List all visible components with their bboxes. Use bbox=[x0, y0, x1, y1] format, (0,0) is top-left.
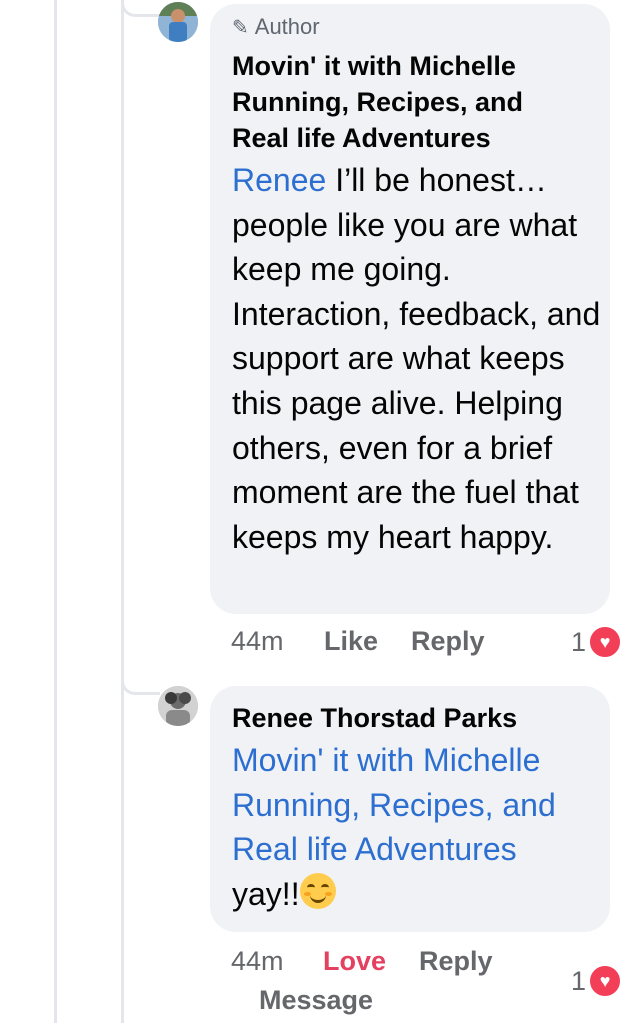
mention-line: Running, Recipes, and bbox=[232, 786, 556, 823]
thread-connector-2 bbox=[121, 664, 160, 695]
commenter-name-line: Movin' it with Michelle bbox=[232, 51, 516, 81]
heart-icon: ♥ bbox=[588, 625, 623, 659]
commenter-name-line: Running, Recipes, and bbox=[232, 87, 524, 117]
reaction-summary[interactable]: 1 ♥ bbox=[571, 625, 623, 659]
reply-button[interactable]: Reply bbox=[419, 946, 493, 977]
mention-line: Real life Adventures bbox=[232, 831, 517, 868]
love-button[interactable]: Love bbox=[323, 946, 386, 977]
commenter-name-line: Real life Adventures bbox=[232, 123, 491, 153]
commenter-name[interactable]: Renee Thorstad Parks bbox=[232, 700, 592, 736]
avatar[interactable] bbox=[158, 2, 198, 42]
thread-connector-1 bbox=[121, 0, 160, 17]
heart-icon: ♥ bbox=[588, 964, 623, 998]
thread-line-inner bbox=[121, 0, 124, 1023]
mention-link[interactable]: Renee bbox=[232, 162, 326, 198]
reaction-count: 1 bbox=[571, 626, 587, 657]
pencil-icon: ✎ bbox=[232, 16, 249, 39]
thread-line-outer bbox=[54, 0, 57, 1023]
reaction-count: 1 bbox=[571, 965, 587, 996]
comment-time[interactable]: 44m bbox=[231, 946, 284, 977]
comment-body: yay!! bbox=[232, 875, 300, 912]
reply-button[interactable]: Reply bbox=[411, 626, 485, 657]
comment-time[interactable]: 44m bbox=[231, 626, 284, 657]
mention-line: Movin' it with Michelle bbox=[232, 742, 541, 778]
author-badge-label: Author bbox=[254, 14, 320, 39]
smiling-face-emoji bbox=[299, 872, 336, 909]
comment-text: Movin' it with Michelle Running, Recipes… bbox=[232, 738, 604, 916]
avatar[interactable] bbox=[158, 686, 198, 726]
author-badge: ✎ Author bbox=[232, 14, 320, 40]
like-button[interactable]: Like bbox=[324, 626, 378, 657]
comment-body: I’ll be honest… people like you are what… bbox=[232, 162, 601, 555]
reaction-summary[interactable]: 1 ♥ bbox=[571, 964, 623, 998]
comment-text: Renee I’ll be honest… people like you ar… bbox=[232, 158, 604, 559]
mention-link[interactable]: Movin' it with Michelle Running, Recipes… bbox=[232, 738, 604, 872]
commenter-name[interactable]: Movin' it with Michelle Running, Recipes… bbox=[232, 48, 592, 156]
comment-body-line: yay!! bbox=[232, 872, 604, 917]
message-button[interactable]: Message bbox=[259, 985, 373, 1016]
